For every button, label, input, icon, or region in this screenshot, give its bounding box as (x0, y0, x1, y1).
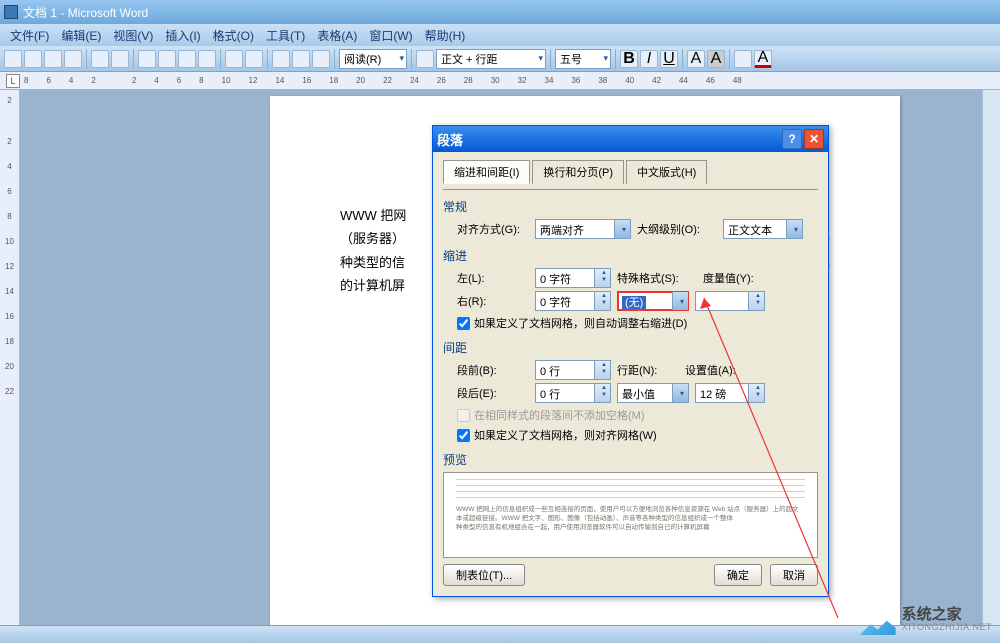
outline-combo[interactable]: 正文文本▾ (723, 219, 803, 239)
group-indent: 缩进 (443, 247, 818, 264)
word-doc-icon (4, 5, 18, 19)
format-painter-icon[interactable] (198, 50, 216, 68)
after-label: 段后(E): (457, 385, 529, 401)
preview-icon[interactable] (111, 50, 129, 68)
menu-help[interactable]: 帮助(H) (419, 25, 472, 46)
menu-window[interactable]: 窗口(W) (363, 25, 418, 46)
window-title: 文档 1 - Microsoft Word (23, 4, 148, 21)
chk-auto-right-indent[interactable]: 如果定义了文档网格，则自动调整右缩进(D) (457, 315, 818, 331)
before-label: 段前(B): (457, 362, 529, 378)
dialog-title: 段落 (437, 130, 463, 149)
group-spacing: 间距 (443, 339, 818, 356)
paste-icon[interactable] (178, 50, 196, 68)
bold-icon[interactable]: B (620, 50, 638, 68)
watermark-logo: 系统之家 XITONGZHIJIA.NET (860, 605, 992, 635)
linespace-combo[interactable]: 最小值▾ (617, 383, 689, 403)
chk-auto-right-indent-box[interactable] (457, 317, 470, 330)
linespace-label: 行距(N): (617, 362, 679, 378)
logo-icon (860, 605, 896, 635)
permission-icon[interactable] (64, 50, 82, 68)
toolbar: 阅读(R) 正文 + 行距 五号 B I U A A A (0, 46, 1000, 72)
char-border-icon[interactable]: A (687, 50, 705, 68)
tab-line-page-breaks[interactable]: 换行和分页(P) (532, 160, 624, 184)
menu-table[interactable]: 表格(A) (311, 25, 363, 46)
special-format-label: 特殊格式(S): (617, 270, 697, 286)
undo-icon[interactable] (225, 50, 243, 68)
tabs-button[interactable]: 制表位(T)... (443, 564, 525, 586)
cut-icon[interactable] (138, 50, 156, 68)
ruler-horizontal: L 86422468101214161820222426283032343638… (0, 72, 1000, 90)
titlebar: 文档 1 - Microsoft Word (0, 0, 1000, 24)
tab-selector-icon[interactable]: L (6, 74, 20, 88)
reading-mode[interactable]: 阅读(R) (339, 49, 407, 69)
menu-tools[interactable]: 工具(T) (260, 25, 311, 46)
special-format-combo[interactable]: (无)▾ (617, 291, 689, 311)
setvalue-spinner[interactable]: 12 磅▲▼ (695, 383, 765, 403)
logo-url: XITONGZHIJIA.NET (902, 623, 992, 633)
menu-view[interactable]: 视图(V) (107, 25, 159, 46)
scrollbar-vertical[interactable] (982, 90, 1000, 636)
open-icon[interactable] (24, 50, 42, 68)
dialog-close-button[interactable]: ✕ (804, 129, 824, 149)
logo-name: 系统之家 (902, 607, 992, 624)
right-indent-spinner[interactable]: 0 字符▲▼ (535, 291, 611, 311)
measure-spinner[interactable]: ▲▼ (695, 291, 765, 311)
measure-label: 度量值(Y): (703, 270, 773, 286)
chk-no-space-same-style: 在相同样式的段落间不添加空格(M) (457, 407, 818, 423)
statusbar (0, 625, 1000, 643)
underline-icon[interactable]: U (660, 50, 678, 68)
save-icon[interactable] (44, 50, 62, 68)
font-color-icon[interactable]: A (754, 50, 772, 68)
zoom-icon[interactable] (312, 50, 330, 68)
left-indent-spinner[interactable]: 0 字符▲▼ (535, 268, 611, 288)
style-inspector-icon[interactable] (416, 50, 434, 68)
after-spinner[interactable]: 0 行▲▼ (535, 383, 611, 403)
chk-snap-grid[interactable]: 如果定义了文档网格，则对齐网格(W) (457, 427, 818, 443)
chk-snap-grid-box[interactable] (457, 429, 470, 442)
paragraph-dialog: 段落 ? ✕ 缩进和间距(I) 换行和分页(P) 中文版式(H) 常规 对齐方式… (432, 125, 829, 597)
style-combo[interactable]: 正文 + 行距 (436, 49, 546, 69)
group-preview: 预览 (443, 451, 818, 468)
group-general: 常规 (443, 198, 818, 215)
highlight-icon[interactable] (734, 50, 752, 68)
italic-icon[interactable]: I (640, 50, 658, 68)
left-indent-label: 左(L): (457, 270, 529, 286)
border-icon[interactable] (292, 50, 310, 68)
before-spinner[interactable]: 0 行▲▼ (535, 360, 611, 380)
fontsize-combo[interactable]: 五号 (555, 49, 611, 69)
setvalue-label: 设置值(A): (685, 362, 755, 378)
chk-no-space-box (457, 409, 470, 422)
tab-indent-spacing[interactable]: 缩进和间距(I) (443, 160, 530, 184)
dialog-help-button[interactable]: ? (782, 129, 802, 149)
dialog-titlebar: 段落 ? ✕ (433, 126, 828, 152)
char-shade-icon[interactable]: A (707, 50, 725, 68)
print-icon[interactable] (91, 50, 109, 68)
ok-button[interactable]: 确定 (714, 564, 762, 586)
tab-asian-typography[interactable]: 中文版式(H) (626, 160, 707, 184)
ruler-vertical: 2246810121416182022 (0, 90, 20, 636)
menu-edit[interactable]: 编辑(E) (55, 25, 107, 46)
menubar: 文件(F) 编辑(E) 视图(V) 插入(I) 格式(O) 工具(T) 表格(A… (0, 24, 1000, 46)
outline-label: 大纲级别(O): (637, 221, 717, 237)
new-icon[interactable] (4, 50, 22, 68)
redo-icon[interactable] (245, 50, 263, 68)
align-label: 对齐方式(G): (457, 221, 529, 237)
align-combo[interactable]: 两端对齐▾ (535, 219, 631, 239)
menu-format[interactable]: 格式(O) (207, 25, 260, 46)
hyperlink-icon[interactable] (272, 50, 290, 68)
menu-file[interactable]: 文件(F) (4, 25, 55, 46)
cancel-button[interactable]: 取消 (770, 564, 818, 586)
preview-box: WWW 把网上的信息组织成一些互相连接的页面，使用户可以方便地浏览各种信息资源在… (443, 472, 818, 558)
menu-insert[interactable]: 插入(I) (159, 25, 206, 46)
dialog-tabs: 缩进和间距(I) 换行和分页(P) 中文版式(H) (443, 160, 818, 184)
copy-icon[interactable] (158, 50, 176, 68)
right-indent-label: 右(R): (457, 293, 529, 309)
